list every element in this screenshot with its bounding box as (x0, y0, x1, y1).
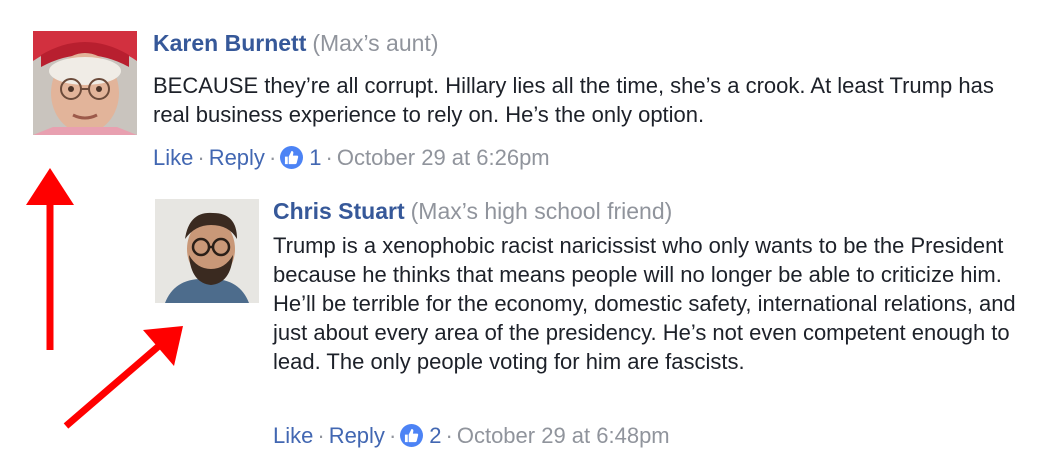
separator: · (268, 145, 277, 170)
red-arrow-up-icon (26, 168, 74, 350)
separator: · (325, 145, 333, 170)
like-button[interactable]: Like (153, 145, 193, 170)
reply-button[interactable]: Reply (329, 423, 385, 448)
separator: · (197, 145, 205, 170)
author-relation: (Max’s high school friend) (410, 198, 673, 224)
reply-button[interactable]: Reply (209, 145, 265, 170)
thumbs-up-icon[interactable] (400, 424, 424, 447)
comment-text: BECAUSE they’re all corrupt. Hillary lie… (153, 73, 994, 127)
thumbs-up-icon[interactable] (280, 146, 304, 169)
separator: · (317, 423, 325, 448)
comment-header: Karen Burnett (Max’s aunt) (153, 30, 438, 56)
timestamp[interactable]: October 29 at 6:26pm (337, 145, 550, 170)
reaction-count[interactable]: 2 (429, 423, 441, 448)
comment-header: Chris Stuart (Max’s high school friend) (273, 198, 672, 224)
bearded-man-photo-icon (155, 199, 259, 303)
reaction-count[interactable]: 1 (309, 145, 321, 170)
separator: · (445, 423, 453, 448)
comment-actions: Like · Reply · 2 · October 29 at 6:48pm (273, 423, 670, 449)
red-arrow-diagonal-icon (63, 326, 183, 429)
author-name[interactable]: Chris Stuart (273, 198, 405, 224)
author-name[interactable]: Karen Burnett (153, 30, 306, 56)
elderly-woman-photo-icon (33, 31, 137, 135)
author-relation: (Max’s aunt) (312, 30, 439, 56)
avatar[interactable] (155, 199, 259, 303)
like-button[interactable]: Like (273, 423, 313, 448)
comment-actions: Like · Reply · 1 · October 29 at 6:26pm (153, 145, 550, 171)
comment-text: Trump is a xenophobic racist naricissist… (273, 233, 1016, 374)
timestamp[interactable]: October 29 at 6:48pm (457, 423, 670, 448)
avatar[interactable] (33, 31, 137, 135)
separator: · (388, 423, 397, 448)
